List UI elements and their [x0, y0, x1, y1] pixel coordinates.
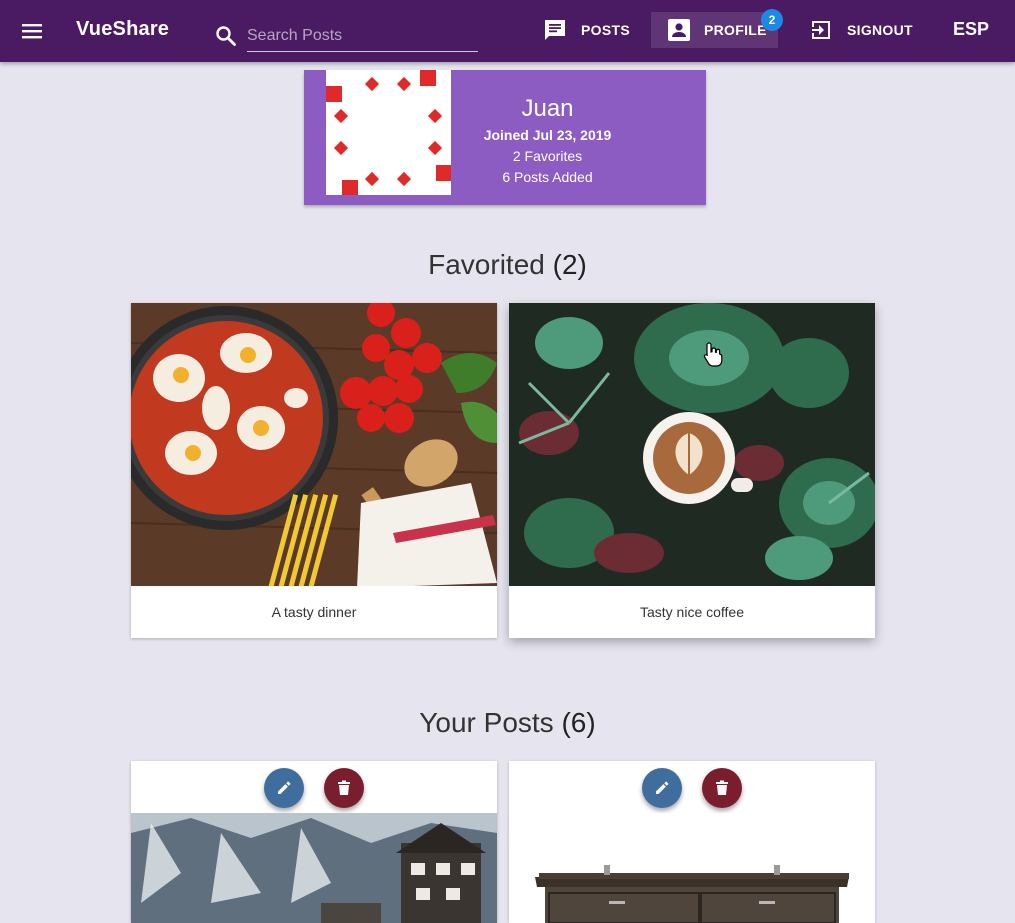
trash-icon — [716, 780, 728, 795]
favorite-card[interactable]: Tasty nice coffee — [509, 303, 875, 638]
app-title[interactable]: VueShare — [76, 18, 169, 41]
profile-info: Juan Joined Jul 23, 2019 2 Favorites 6 P… — [475, 94, 620, 188]
trash-icon — [338, 780, 350, 795]
nav-profile-button[interactable]: PROFILE — [651, 12, 778, 48]
pencil-icon — [656, 781, 669, 794]
nav-signout-button[interactable]: SIGNOUT — [809, 12, 913, 48]
menu-icon[interactable] — [16, 16, 48, 46]
chat-icon — [545, 20, 565, 40]
edit-button[interactable] — [264, 768, 304, 808]
mountain-village-photo — [131, 813, 497, 923]
exit-icon — [812, 21, 830, 39]
nav-profile-label: PROFILE — [704, 22, 767, 38]
pencil-icon — [278, 781, 291, 794]
dinner-photo — [131, 303, 497, 586]
search-field — [247, 22, 478, 52]
nav-posts-button[interactable]: POSTS — [543, 12, 638, 48]
hand-cursor-icon — [703, 342, 723, 367]
coffee-photo — [509, 303, 875, 586]
search-input[interactable] — [247, 22, 478, 50]
search-icon — [214, 24, 238, 48]
your-posts-heading: Your Posts (6) — [0, 707, 1015, 739]
delete-button[interactable] — [324, 768, 364, 808]
post-card[interactable] — [131, 761, 497, 923]
your-posts-count: (6) — [561, 707, 596, 738]
nav-posts-label: POSTS — [581, 22, 630, 38]
post-card[interactable] — [509, 761, 875, 923]
profile-card: Juan Joined Jul 23, 2019 2 Favorites 6 P… — [304, 70, 706, 205]
favorite-card[interactable]: A tasty dinner — [131, 303, 497, 638]
profile-name: Juan — [521, 95, 574, 122]
language-toggle[interactable]: ESP — [953, 19, 989, 40]
your-posts-heading-text: Your Posts — [419, 707, 554, 738]
wooden-dresser-photo — [509, 813, 875, 923]
edit-button[interactable] — [642, 768, 682, 808]
favorited-count: (2) — [552, 249, 587, 280]
favorited-heading: Favorited (2) — [0, 249, 1015, 281]
nav-signout-label: SIGNOUT — [847, 22, 913, 38]
profile-badge: 2 — [761, 9, 783, 31]
favorite-caption: Tasty nice coffee — [639, 604, 745, 620]
delete-button[interactable] — [702, 768, 742, 808]
favorite-caption: A tasty dinner — [271, 604, 357, 620]
account-box-icon — [668, 19, 690, 41]
app-toolbar: VueShare POSTS PROFILE 2 SIGNOUT ESP — [0, 0, 1015, 62]
favorited-heading-text: Favorited — [428, 249, 545, 280]
avatar — [326, 70, 452, 196]
profile-posts-count: 6 Posts Added — [502, 169, 593, 185]
profile-favorites-count: 2 Favorites — [512, 148, 583, 164]
profile-joined-date: Joined Jul 23, 2019 — [483, 127, 612, 143]
